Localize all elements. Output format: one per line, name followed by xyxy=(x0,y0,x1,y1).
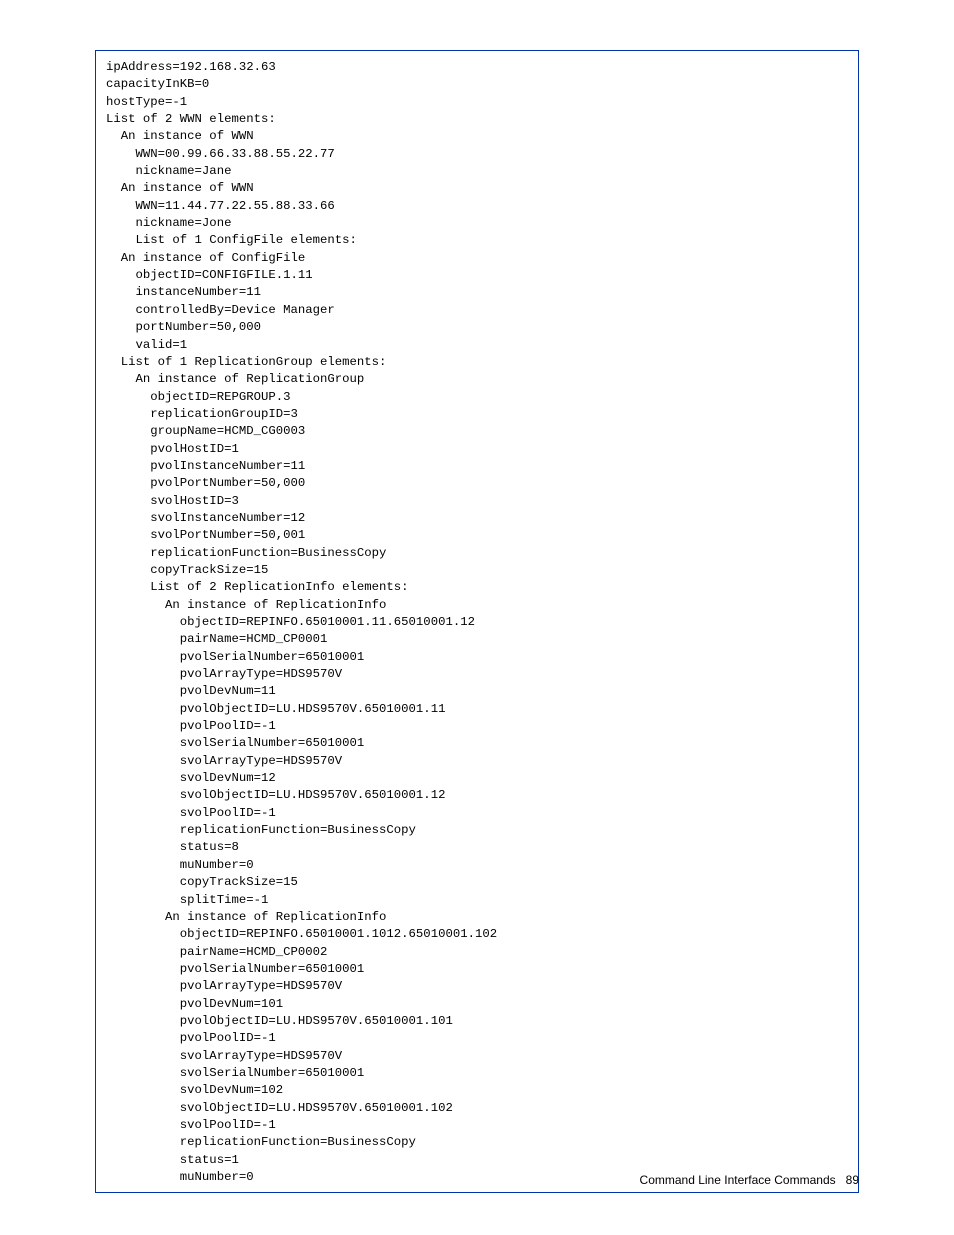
page-footer: Command Line Interface Commands 89 xyxy=(640,1173,859,1187)
footer-page-number: 89 xyxy=(846,1173,859,1187)
code-text: ipAddress=192.168.32.63 capacityInKB=0 h… xyxy=(106,60,497,1184)
footer-section: Command Line Interface Commands xyxy=(640,1173,836,1187)
code-block: ipAddress=192.168.32.63 capacityInKB=0 h… xyxy=(95,50,859,1193)
